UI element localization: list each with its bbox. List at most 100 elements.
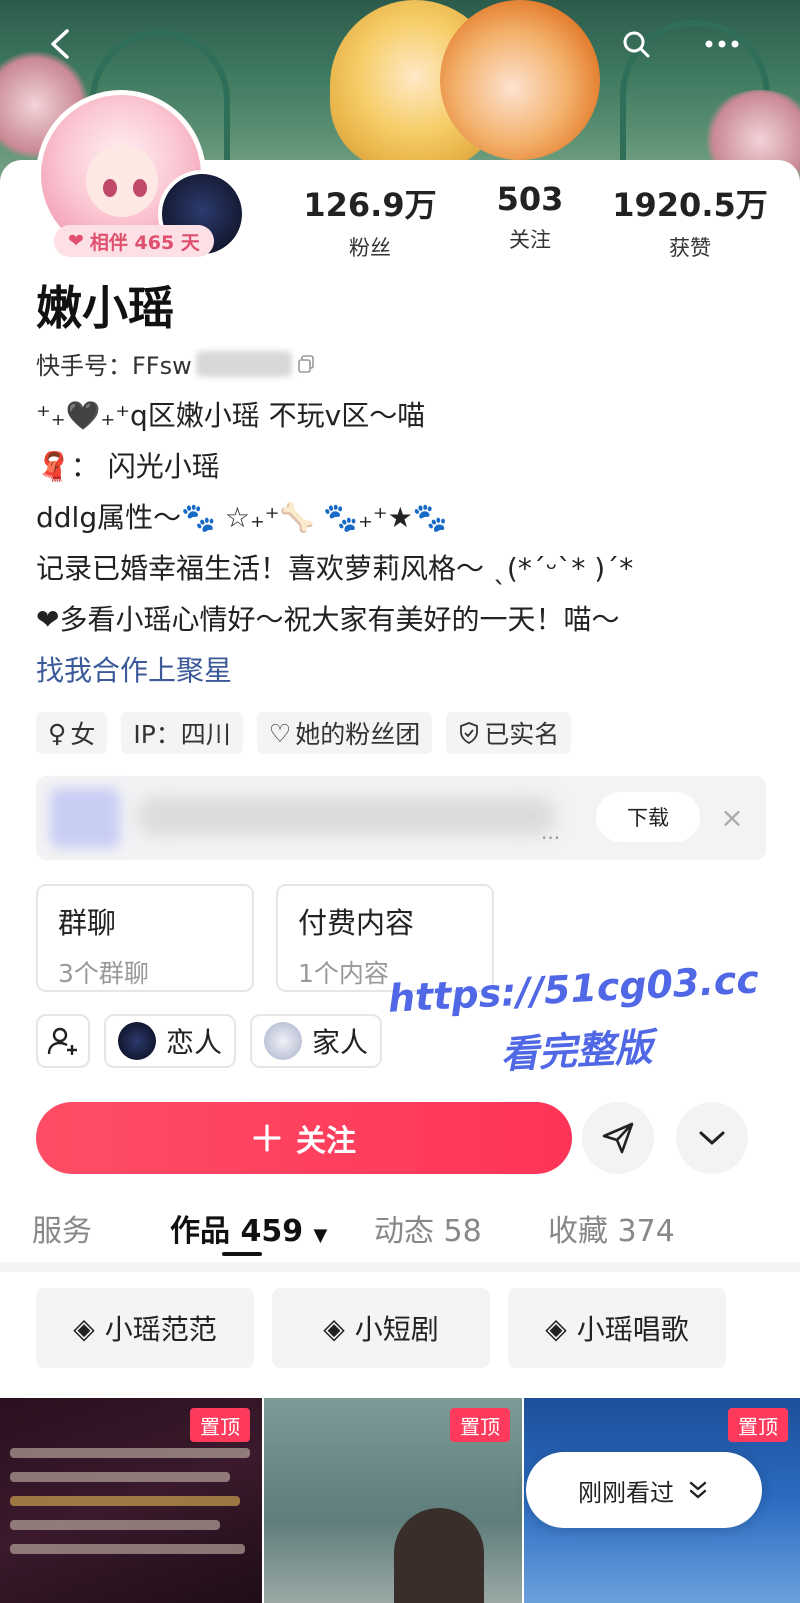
expand-button[interactable] bbox=[676, 1102, 748, 1174]
ad-image bbox=[50, 788, 120, 848]
avatar-eye bbox=[133, 179, 147, 197]
ad-banner[interactable]: ... 下载 × bbox=[36, 776, 766, 860]
layers-icon: ◈ bbox=[545, 1311, 567, 1345]
tag-label: 已实名 bbox=[484, 720, 560, 749]
card-title: 付费内容 bbox=[298, 906, 415, 940]
collection-label: 小瑶唱歌 bbox=[576, 1313, 689, 1346]
relations-row: 恋人 家人 bbox=[36, 1014, 383, 1068]
chevron-down-icon bbox=[699, 1131, 725, 1145]
card-subtitle: 3个群聊 bbox=[58, 959, 149, 988]
stat-followers[interactable]: 126.9万 粉丝 bbox=[290, 180, 450, 262]
tab-services[interactable]: 服务 bbox=[32, 1206, 92, 1250]
profile-tags: ♀ 女 IP：四川 ♡ 她的粉丝团 已实名 bbox=[36, 712, 572, 754]
stat-label: 关注 bbox=[509, 228, 551, 252]
companion-badge[interactable]: ❤ 相伴 465 天 bbox=[54, 225, 214, 257]
collection-item[interactable]: ◈ 小瑶唱歌 bbox=[508, 1288, 726, 1368]
relation-label: 恋人 bbox=[166, 1026, 223, 1059]
tag-ip: IP：四川 bbox=[121, 712, 243, 754]
copy-icon[interactable] bbox=[296, 354, 316, 374]
tag-label: 她的粉丝团 bbox=[295, 720, 421, 749]
tab-moments[interactable]: 动态 58 bbox=[374, 1206, 482, 1250]
female-icon: ♀ bbox=[48, 718, 67, 748]
stat-following[interactable]: 503 关注 bbox=[450, 180, 610, 262]
heart-icon: ❤ bbox=[68, 230, 84, 252]
active-tab-indicator bbox=[222, 1252, 262, 1256]
shield-check-icon bbox=[460, 722, 479, 745]
redacted-id bbox=[195, 350, 292, 377]
stat-likes[interactable]: 1920.5万 获赞 bbox=[610, 180, 770, 262]
heart-outline-icon: ♡ bbox=[268, 718, 292, 748]
kuaishou-id[interactable]: 快手号：FFsw bbox=[36, 346, 316, 381]
stat-value: 503 bbox=[496, 180, 564, 218]
pinned-badge: 置顶 bbox=[728, 1408, 788, 1442]
bio-line: ❤多看小瑶心情好～祝大家有美好的一天！喵～ bbox=[36, 603, 620, 636]
bio-line: 🧣： 闪光小瑶 bbox=[36, 450, 220, 483]
profile-page: ❤ 相伴 465 天 126.9万 粉丝 503 关注 1920.5万 获赞 嫩… bbox=[0, 0, 800, 1603]
recently-viewed-button[interactable]: 刚刚看过 bbox=[526, 1452, 762, 1528]
watermark: https://51cg03.cc 看完整版 bbox=[352, 947, 798, 1094]
close-icon[interactable]: × bbox=[712, 794, 752, 840]
thumbnail-text-line bbox=[10, 1496, 240, 1506]
relation-lover[interactable]: 恋人 bbox=[104, 1014, 237, 1068]
tab-favorites[interactable]: 收藏 374 bbox=[548, 1206, 675, 1250]
cooperation-link[interactable]: 找我合作上聚星 bbox=[36, 645, 776, 696]
tag-fan-club[interactable]: ♡ 她的粉丝团 bbox=[256, 712, 433, 754]
collection-item[interactable]: ◈ 小短剧 bbox=[272, 1288, 490, 1368]
thumbnail-text-line bbox=[10, 1520, 220, 1530]
profile-stats: 126.9万 粉丝 503 关注 1920.5万 获赞 bbox=[290, 180, 770, 262]
avatar-eye bbox=[103, 179, 117, 197]
section-divider bbox=[0, 1262, 800, 1272]
recently-viewed-label: 刚刚看过 bbox=[578, 1478, 674, 1507]
message-button[interactable] bbox=[582, 1102, 654, 1174]
pinned-badge: 置顶 bbox=[190, 1408, 250, 1442]
ad-ellipsis: ... bbox=[541, 820, 561, 844]
tab-label: 作品 459 bbox=[170, 1214, 304, 1249]
companion-badge-label: 相伴 465 天 bbox=[89, 231, 200, 254]
stat-value: 1920.5万 bbox=[612, 186, 768, 224]
layers-icon: ◈ bbox=[73, 1311, 95, 1345]
tag-verified: 已实名 bbox=[446, 712, 572, 754]
kuaishou-id-label: 快手号：FFsw bbox=[36, 352, 192, 380]
group-chat-card[interactable]: 群聊 3个群聊 bbox=[36, 884, 254, 992]
caret-down-icon: ▼ bbox=[313, 1225, 328, 1246]
layers-icon: ◈ bbox=[323, 1311, 345, 1345]
bio-line: ⁺₊🖤₊⁺q区嫩小瑶 不玩v区～喵 bbox=[36, 399, 426, 432]
collection-label: 小瑶范范 bbox=[104, 1313, 217, 1346]
stat-label: 粉丝 bbox=[349, 236, 391, 260]
follow-button[interactable]: 关注 bbox=[36, 1102, 572, 1174]
plus-icon bbox=[253, 1124, 281, 1152]
profile-bio: ⁺₊🖤₊⁺q区嫩小瑶 不玩v区～喵 🧣： 闪光小瑶 ddlg属性～🐾 ☆₊⁺🦴 … bbox=[36, 390, 776, 696]
more-button[interactable] bbox=[700, 22, 744, 66]
thumbnail-figure bbox=[394, 1508, 484, 1603]
video-thumbnail[interactable]: 置顶 bbox=[264, 1398, 522, 1603]
bio-line: ddlg属性～🐾 ☆₊⁺🦴 🐾₊⁺★🐾 bbox=[36, 501, 448, 534]
bio-line: 记录已婚幸福生活！喜欢萝莉风格～ ˎ(*ˊᵕˋ* )ˊ* bbox=[36, 552, 634, 585]
stat-value: 126.9万 bbox=[303, 186, 437, 224]
pinned-badge: 置顶 bbox=[450, 1408, 510, 1442]
avatar bbox=[264, 1022, 303, 1060]
video-thumbnail[interactable]: 置顶 bbox=[0, 1398, 262, 1603]
collection-label: 小短剧 bbox=[354, 1313, 439, 1346]
send-icon bbox=[602, 1122, 634, 1154]
tag-label: 女 bbox=[70, 720, 96, 749]
profile-name: 嫩小瑶 bbox=[36, 281, 174, 335]
stat-label: 获赞 bbox=[669, 236, 711, 260]
tab-works[interactable]: 作品 459 ▼ bbox=[170, 1206, 327, 1250]
more-dots-icon bbox=[705, 40, 739, 48]
download-button[interactable]: 下载 bbox=[596, 792, 700, 842]
card-title: 群聊 bbox=[58, 906, 117, 940]
avatar bbox=[118, 1022, 156, 1060]
add-relation-button[interactable] bbox=[36, 1014, 90, 1068]
double-chevron-down-icon bbox=[689, 1481, 707, 1499]
ad-text-redacted bbox=[136, 796, 556, 836]
search-button[interactable] bbox=[614, 22, 658, 66]
back-button[interactable] bbox=[38, 22, 82, 66]
collection-item[interactable]: ◈ 小瑶范范 bbox=[36, 1288, 254, 1368]
banner-character bbox=[440, 0, 600, 160]
search-icon bbox=[623, 31, 650, 58]
thumbnail-text-line bbox=[10, 1472, 230, 1482]
thumbnail-text-line bbox=[10, 1544, 245, 1554]
tag-label: IP：四川 bbox=[133, 720, 231, 749]
chevron-left-icon bbox=[51, 29, 69, 59]
tag-gender: ♀ 女 bbox=[36, 712, 108, 754]
